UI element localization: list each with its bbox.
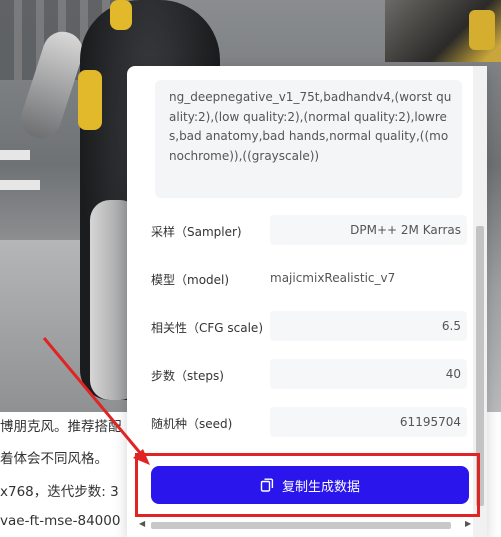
seed-value: 61195704 (270, 407, 467, 437)
horizontal-scroll-thumb[interactable] (151, 522, 451, 529)
negative-prompt-box[interactable]: ng_deepnegative_v1_75t,badhandv4,(worst … (155, 80, 462, 198)
road-marking (0, 180, 40, 190)
figure-accent (78, 70, 102, 130)
sampler-value: DPM++ 2M Karras (270, 215, 467, 245)
description-line: x768，迭代步数: 3 (0, 484, 119, 500)
horizontal-scrollbar[interactable]: ◀ ▶ (139, 519, 475, 531)
description-line: 博朋克风。推荐搭配 (0, 419, 122, 435)
cfg-scale-value: 6.5 (270, 311, 467, 341)
description-line: 着体会不同风格。 (0, 451, 108, 467)
thumb-accent (469, 10, 495, 50)
steps-value: 40 (270, 359, 467, 389)
sampler-label: 采样（Sampler) (151, 225, 242, 239)
model-value: majicmixRealistic_v7 (270, 263, 467, 293)
negative-prompt-text: ng_deepnegative_v1_75t,badhandv4,(worst … (169, 90, 452, 163)
generated-image-thumb[interactable] (385, 0, 501, 62)
model-label: 模型（model) (151, 273, 230, 287)
cfg-scale-label: 相关性（CFG scale) (151, 321, 263, 335)
chevron-right-icon[interactable]: ▶ (465, 519, 471, 528)
chevron-left-icon[interactable]: ◀ (139, 519, 145, 528)
steps-label: 步数（steps) (151, 369, 224, 383)
seed-label: 随机种（seed) (151, 417, 233, 431)
figure-accent (110, 0, 132, 30)
highlight-box (135, 453, 480, 517)
road-marking (0, 150, 30, 160)
description-line: vae-ft-mse-84000 (0, 513, 121, 529)
